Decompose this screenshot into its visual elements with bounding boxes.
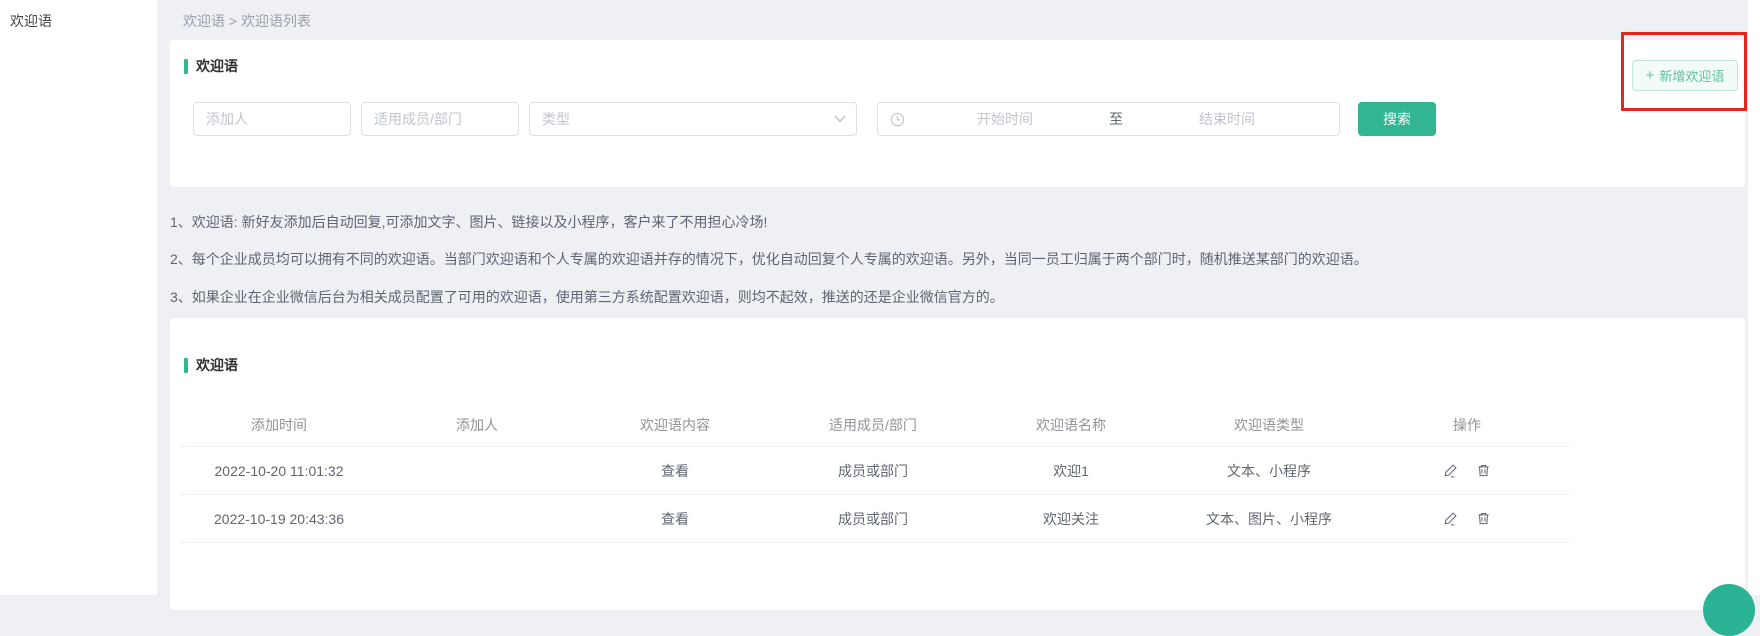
view-content-link[interactable]: 查看 <box>576 461 774 481</box>
cell-actions <box>1368 463 1566 478</box>
edit-button[interactable] <box>1443 511 1458 526</box>
column-header-members: 适用成员/部门 <box>774 415 972 435</box>
cell-name: 欢迎关注 <box>972 509 1170 529</box>
end-time-input[interactable] <box>1127 110 1327 128</box>
filter-card: 欢迎语 + 新增欢迎语 至 搜索 <box>170 40 1745 187</box>
column-header-name: 欢迎语名称 <box>972 415 1170 435</box>
type-select-input[interactable] <box>529 102 857 136</box>
cell-members: 成员或部门 <box>774 461 972 481</box>
note-line-3: 3、如果企业在企业微信后台为相关成员配置了可用的欢迎语，使用第三方系统配置欢迎语… <box>170 287 1004 307</box>
list-card: 欢迎语 添加时间 添加人 欢迎语内容 适用成员/部门 欢迎语名称 欢迎语类型 操… <box>170 318 1745 610</box>
add-welcome-message-button[interactable]: + 新增欢迎语 <box>1632 60 1738 91</box>
breadcrumb: 欢迎语 > 欢迎语列表 <box>183 11 311 31</box>
list-card-title: 欢迎语 <box>184 355 238 375</box>
cell-actions <box>1368 511 1566 526</box>
delete-button[interactable] <box>1476 511 1491 526</box>
cell-added-time: 2022-10-19 20:43:36 <box>180 511 378 527</box>
cell-type: 文本、小程序 <box>1170 461 1368 481</box>
cell-type: 文本、图片、小程序 <box>1170 509 1368 529</box>
table-header-row: 添加时间 添加人 欢迎语内容 适用成员/部门 欢迎语名称 欢迎语类型 操作 <box>180 403 1570 447</box>
welcome-message-table: 添加时间 添加人 欢迎语内容 适用成员/部门 欢迎语名称 欢迎语类型 操作 20… <box>180 403 1570 543</box>
column-header-added-time: 添加时间 <box>180 415 378 435</box>
add-welcome-message-button-label: 新增欢迎语 <box>1659 66 1724 85</box>
title-accent-bar <box>184 358 188 373</box>
sidebar-item-label: 欢迎语 <box>10 13 52 29</box>
delete-icon <box>1476 511 1491 526</box>
chevron-down-icon <box>834 115 846 123</box>
date-range-picker[interactable]: 至 <box>877 102 1340 136</box>
sidebar: 欢迎语 <box>0 0 157 595</box>
title-accent-bar <box>184 59 188 74</box>
plus-icon: + <box>1646 68 1655 83</box>
clock-icon <box>890 112 905 127</box>
filter-card-title-text: 欢迎语 <box>196 56 238 76</box>
column-header-content: 欢迎语内容 <box>576 415 774 435</box>
filter-card-title: 欢迎语 <box>184 56 238 76</box>
scrollbar-track[interactable] <box>1748 0 1760 595</box>
edit-icon <box>1443 511 1458 526</box>
view-content-link[interactable]: 查看 <box>576 509 774 529</box>
delete-button[interactable] <box>1476 463 1491 478</box>
type-select[interactable] <box>529 102 857 136</box>
column-header-type: 欢迎语类型 <box>1170 415 1368 435</box>
edit-icon <box>1443 463 1458 478</box>
cell-members: 成员或部门 <box>774 509 972 529</box>
table-row: 2022-10-20 11:01:32 查看 成员或部门 欢迎1 文本、小程序 <box>180 447 1570 495</box>
members-department-input[interactable] <box>361 102 519 136</box>
edit-button[interactable] <box>1443 463 1458 478</box>
start-time-input[interactable] <box>905 110 1105 128</box>
list-card-title-text: 欢迎语 <box>196 355 238 375</box>
floating-action-button[interactable] <box>1703 584 1755 636</box>
table-row: 2022-10-19 20:43:36 查看 成员或部门 欢迎关注 文本、图片、… <box>180 495 1570 543</box>
date-range-separator: 至 <box>1105 109 1127 129</box>
note-line-2: 2、每个企业成员均可以拥有不同的欢迎语。当部门欢迎语和个人专属的欢迎语并存的情况… <box>170 249 1368 269</box>
filter-row: 至 搜索 <box>170 102 1745 136</box>
search-button[interactable]: 搜索 <box>1358 102 1436 136</box>
sidebar-item-welcome-message[interactable]: 欢迎语 <box>0 0 157 31</box>
delete-icon <box>1476 463 1491 478</box>
column-header-actions: 操作 <box>1368 415 1566 435</box>
note-line-1: 1、欢迎语: 新好友添加后自动回复,可添加文字、图片、链接以及小程序，客户来了不… <box>170 212 767 232</box>
cell-name: 欢迎1 <box>972 461 1170 481</box>
cell-added-time: 2022-10-20 11:01:32 <box>180 463 378 479</box>
column-header-adder: 添加人 <box>378 415 576 435</box>
adder-input[interactable] <box>193 102 351 136</box>
